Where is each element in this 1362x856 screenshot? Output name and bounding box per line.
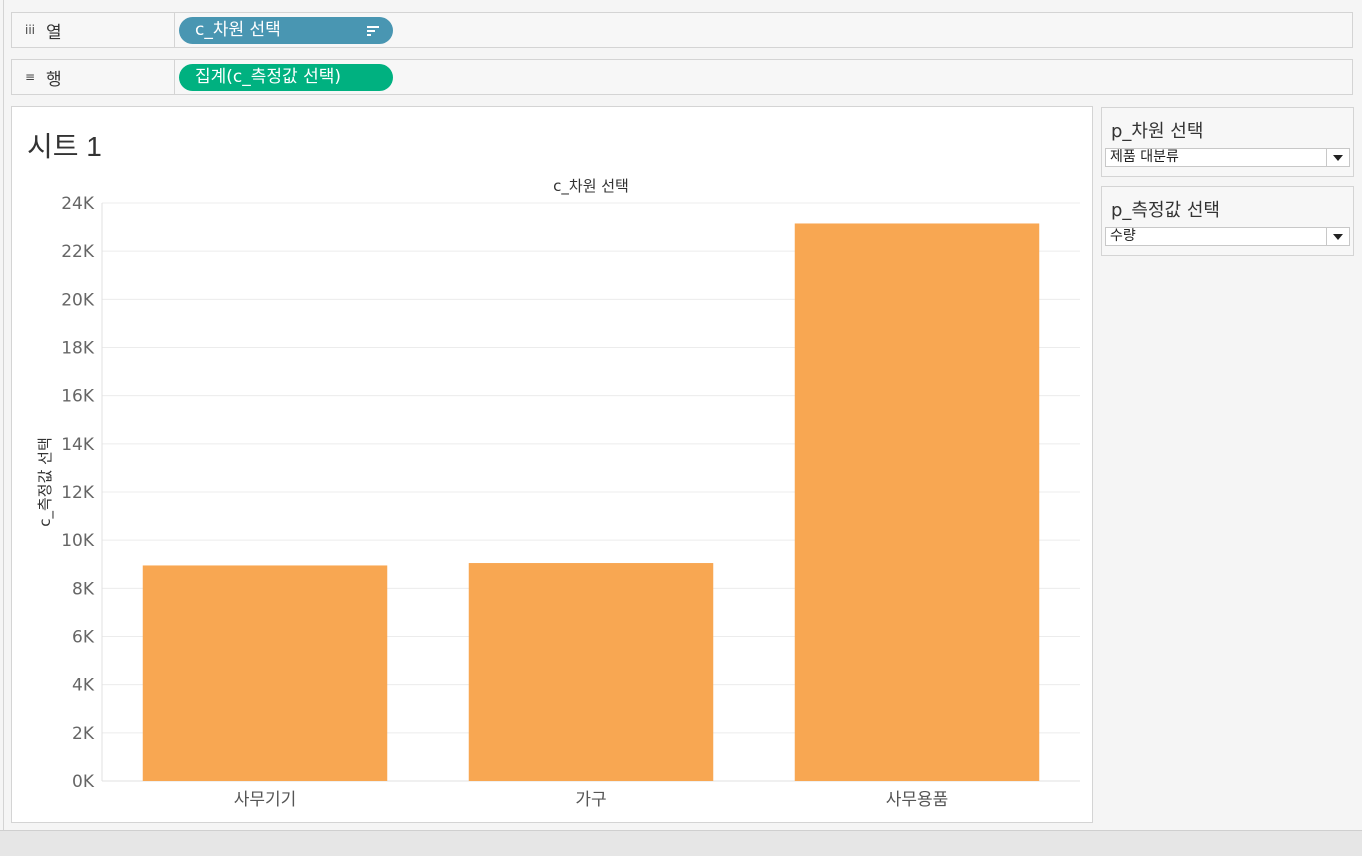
bottom-status-bar	[0, 830, 1362, 856]
rows-shelf-label: ≡ 행	[12, 60, 175, 94]
bar-chart: c_차원 선택 0K 2K 4K 6K 8K 10K 12K 14K 16K 18K 20K 22K 24…	[36, 177, 1080, 810]
rows-shelf-text: 행	[46, 69, 62, 90]
y-axis-label: c_측정값 선택	[36, 437, 55, 527]
parameter-value: 제품 대분류	[1110, 149, 1179, 165]
bar	[142, 565, 388, 781]
worksheet-view: 시트 1 c_차원 선택 0K 2K 4K 6K 8K 10K 12K 14K 16K 18K 20K…	[11, 106, 1093, 823]
dropdown-arrow-icon[interactable]	[1326, 149, 1349, 166]
bar	[468, 563, 714, 781]
tableau-workspace: iii 열 c_차원 선택 ≡ 행 집계(c_측정값 선택) 시트 1 c_차원…	[0, 0, 1362, 856]
parameter-dropdown[interactable]: 제품 대분류	[1105, 148, 1350, 167]
parameter-value: 수량	[1110, 228, 1136, 244]
rows-icon: ≡	[24, 70, 36, 84]
rows-shelf[interactable]: ≡ 행 집계(c_측정값 선택)	[11, 59, 1353, 95]
y-tick-label: 14K	[61, 435, 95, 455]
y-tick-label: 24K	[61, 194, 95, 214]
y-tick-label: 18K	[61, 339, 95, 359]
y-tick-label: 6K	[72, 628, 95, 648]
dropdown-arrow-icon[interactable]	[1326, 228, 1349, 245]
parameter-card-measure: p_측정값 선택 수량	[1101, 186, 1354, 256]
y-tick-label: 0K	[72, 772, 95, 792]
bar	[794, 223, 1040, 781]
y-tick-label: 10K	[61, 531, 95, 551]
parameter-title: p_측정값 선택	[1111, 200, 1220, 221]
parameter-title: p_차원 선택	[1111, 121, 1204, 142]
y-tick-label: 20K	[61, 290, 95, 310]
columns-pill[interactable]: c_차원 선택	[179, 17, 393, 44]
parameter-dropdown[interactable]: 수량	[1105, 227, 1350, 246]
rows-pill-label: 집계(c_측정값 선택)	[195, 67, 341, 87]
columns-shelf-label: iii 열	[12, 13, 175, 47]
y-tick-label: 8K	[72, 579, 95, 599]
y-tick-label: 4K	[72, 676, 95, 696]
y-tick-label: 12K	[61, 483, 95, 503]
columns-shelf[interactable]: iii 열 c_차원 선택	[11, 12, 1353, 48]
chart-title: c_차원 선택	[553, 177, 629, 196]
columns-shelf-text: 열	[46, 22, 62, 43]
parameter-card-dimension: p_차원 선택 제품 대분류	[1101, 107, 1354, 177]
y-tick-label: 16K	[61, 387, 95, 407]
columns-icon: iii	[24, 23, 35, 37]
x-tick-label: 가구	[575, 790, 606, 810]
rows-pill[interactable]: 집계(c_측정값 선택)	[179, 64, 393, 91]
y-tick-label: 22K	[61, 242, 95, 262]
y-tick-label: 2K	[72, 724, 95, 744]
left-panel-edge	[0, 0, 4, 830]
x-tick-label: 사무기기	[234, 790, 297, 810]
sort-descending-icon[interactable]	[367, 26, 379, 36]
columns-pill-label: c_차원 선택	[195, 20, 281, 40]
x-tick-label: 사무용품	[886, 790, 949, 810]
